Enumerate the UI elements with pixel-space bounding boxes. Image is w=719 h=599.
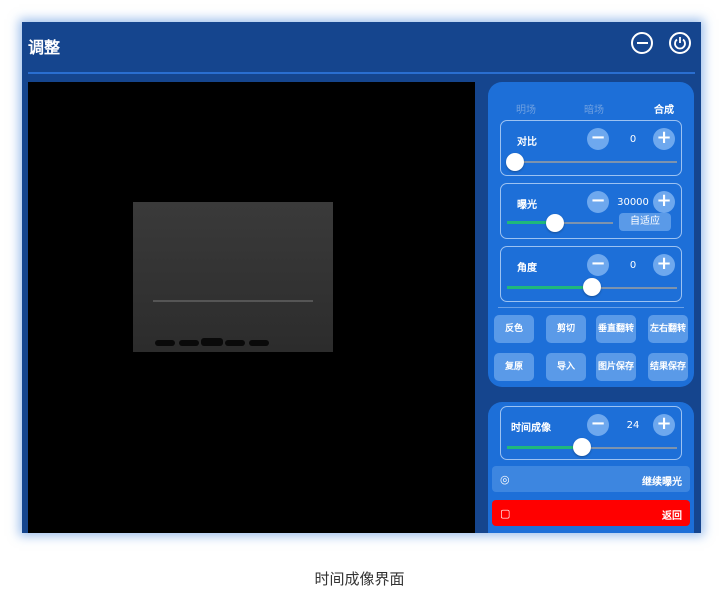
timelapse-slider-fill (507, 446, 583, 449)
angle-plus-button[interactable]: + (653, 254, 675, 276)
exposure-value: 30000 (617, 197, 649, 208)
back-label: 返回 (662, 511, 682, 522)
exposure-plus-button[interactable]: + (653, 191, 675, 213)
angle-value: 0 (629, 260, 637, 271)
angle-slider-knob[interactable] (583, 278, 601, 296)
flip-vertical-button[interactable]: 垂直翻转 (596, 315, 636, 343)
mode-brightfield[interactable]: 明场 (516, 101, 536, 116)
power-icon[interactable] (669, 32, 691, 54)
crop-button[interactable]: 剪切 (546, 315, 586, 343)
back-icon: ▢ (500, 507, 511, 520)
continue-exposure-button[interactable]: ◎ 继续曝光 (492, 466, 690, 492)
timelapse-control: 时间成像 − 24 + (500, 406, 682, 460)
angle-minus-button[interactable]: − (587, 254, 609, 276)
minimize-icon[interactable] (631, 32, 653, 54)
auto-exposure-button[interactable]: 自适应 (619, 213, 671, 231)
mode-darkfield[interactable]: 暗场 (584, 101, 604, 116)
angle-control: 角度 − 0 + (500, 246, 682, 302)
exposure-slider-knob[interactable] (546, 214, 564, 232)
reset-button[interactable]: 复原 (494, 353, 534, 381)
invert-button[interactable]: 反色 (494, 315, 534, 343)
save-image-button[interactable]: 图片保存 (596, 353, 636, 381)
timelapse-value: 24 (626, 420, 640, 431)
gel-image (133, 202, 333, 352)
contrast-label: 对比 (517, 137, 537, 148)
window-title: 调整 (28, 38, 61, 57)
contrast-slider-track[interactable] (515, 161, 677, 163)
angle-slider-fill (507, 286, 592, 289)
save-result-button[interactable]: 结果保存 (648, 353, 688, 381)
app-window: 调整 明场 暗场 合成 对比 − 0 + 曝光 − 30000 + 自适应 角度… (22, 22, 701, 533)
figure-caption: 时间成像界面 (314, 570, 405, 588)
angle-label: 角度 (517, 263, 537, 274)
flip-horizontal-button[interactable]: 左右翻转 (648, 315, 688, 343)
panel-divider (498, 307, 684, 308)
exposure-label: 曝光 (517, 200, 537, 211)
exposure-control: 曝光 − 30000 + 自适应 (500, 183, 682, 239)
mode-composite[interactable]: 合成 (654, 101, 674, 116)
timelapse-minus-button[interactable]: − (587, 414, 609, 436)
header-divider (28, 72, 695, 74)
camera-icon: ◎ (500, 473, 510, 486)
contrast-plus-button[interactable]: + (653, 128, 675, 150)
continue-exposure-label: 继续曝光 (642, 477, 682, 488)
timelapse-slider-knob[interactable] (573, 438, 591, 456)
contrast-control: 对比 − 0 + (500, 120, 682, 176)
exposure-minus-button[interactable]: − (587, 191, 609, 213)
timelapse-panel: 时间成像 − 24 + ◎ 继续曝光 ▢ 返回 (488, 402, 694, 533)
timelapse-plus-button[interactable]: + (653, 414, 675, 436)
image-viewer[interactable] (28, 82, 475, 533)
contrast-minus-button[interactable]: − (587, 128, 609, 150)
contrast-value: 0 (629, 134, 637, 145)
adjust-panel: 明场 暗场 合成 对比 − 0 + 曝光 − 30000 + 自适应 角度 − … (488, 82, 694, 387)
back-button[interactable]: ▢ 返回 (492, 500, 690, 526)
contrast-slider-knob[interactable] (506, 153, 524, 171)
timelapse-label: 时间成像 (511, 423, 551, 434)
import-button[interactable]: 导入 (546, 353, 586, 381)
